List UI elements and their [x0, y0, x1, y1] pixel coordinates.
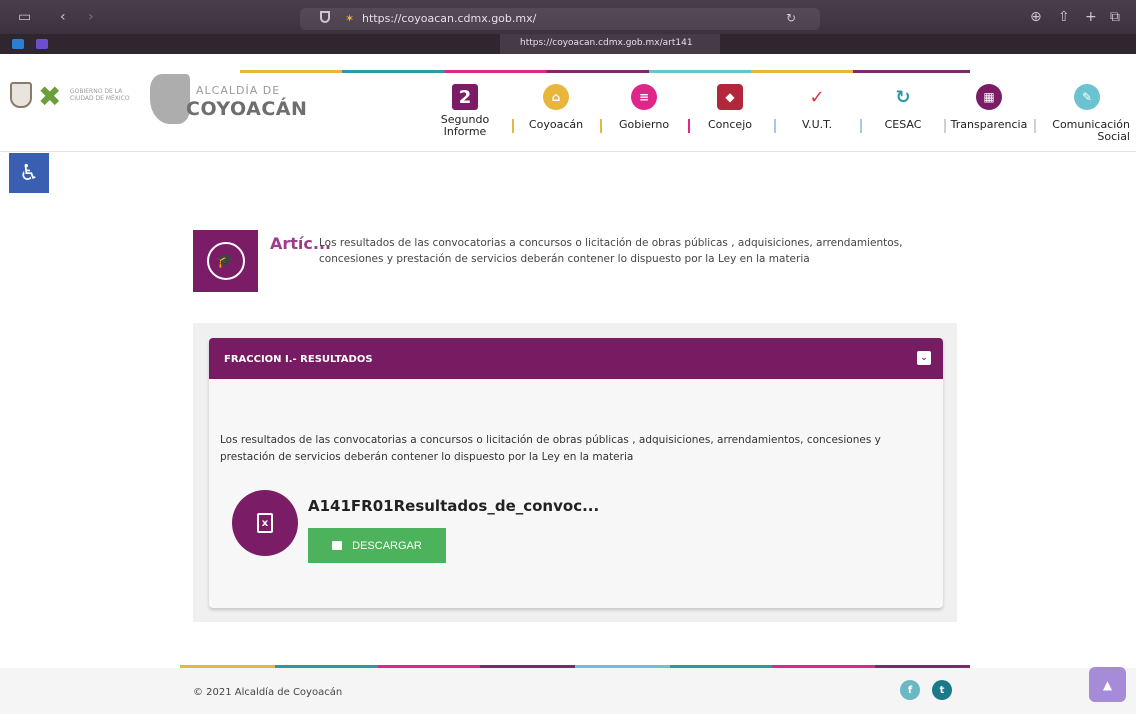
alcaldia-logo-name[interactable]: COYOACÁN [186, 98, 307, 120]
nav-label: CESAC [884, 118, 922, 131]
address-bar-url[interactable]: https://coyoacan.cdmx.gob.mx/ [362, 12, 536, 25]
privacy-shield-icon[interactable] [320, 11, 330, 23]
nav-label: Comunicación Social [1052, 118, 1130, 143]
nav-label: Coyoacán [528, 118, 584, 131]
nav-separator [1034, 119, 1036, 133]
sidebar-toggle-icon[interactable]: ▭ [18, 10, 31, 24]
collapse-toggle-icon[interactable]: ⌄ [917, 351, 931, 365]
fraction-header-title[interactable]: FRACCION I.- RESULTADOS [224, 354, 373, 365]
site-favicon-icon: ✶ [345, 12, 355, 25]
nav-item-gobierno[interactable]: ≡ Gobierno [614, 84, 674, 131]
nav-item-transparencia[interactable]: ▦ Transparencia [946, 84, 1032, 131]
new-tab-icon[interactable]: + [1085, 10, 1097, 24]
graduation-cap-icon: 🎓 [206, 242, 245, 280]
cdmx-logo-mark[interactable]: ✖ [38, 80, 61, 113]
header-color-stripe [240, 70, 970, 73]
excel-file-icon: x [257, 513, 273, 533]
file-icon-circle: x [232, 490, 298, 556]
nav-separator [512, 119, 514, 133]
calendar-icon: ▦ [976, 84, 1002, 110]
nav-separator [860, 119, 862, 133]
site-footer [0, 668, 1136, 714]
cesac-icon: ↻ [890, 84, 916, 110]
download-button-label: DESCARGAR [352, 539, 422, 552]
tab-overview-icon[interactable]: ⧉ [1110, 10, 1120, 24]
download-icon[interactable]: ⊕ [1030, 10, 1042, 24]
twitter-icon[interactable]: t [932, 680, 952, 700]
nav-separator [774, 119, 776, 133]
nav-item-coyoacan[interactable]: ⌂ Coyoacán [526, 84, 586, 131]
share-icon[interactable]: ⇧ [1058, 10, 1070, 24]
footer-copyright: © 2021 Alcaldía de Coyoacán [193, 687, 343, 698]
home-icon: ⌂ [543, 84, 569, 110]
nav-item-comunicacion-social[interactable]: ✎ Comunicación Social [1044, 84, 1130, 143]
back-icon[interactable]: ‹ [60, 10, 66, 24]
forward-icon[interactable]: › [88, 10, 94, 24]
active-tab-title[interactable]: https://coyoacan.cdmx.gob.mx/art141 [520, 38, 693, 48]
pinned-tab-icon[interactable] [12, 39, 24, 49]
edit-icon: ✎ [1074, 84, 1100, 110]
article-icon-box: 🎓 [193, 230, 258, 292]
nav-label: Gobierno [618, 118, 670, 131]
article-description: Los resultados de las convocatorias a co… [319, 237, 903, 265]
scroll-to-top-button[interactable]: ▲ [1089, 667, 1126, 702]
nav-separator [688, 119, 690, 133]
arrow-up-icon: ▲ [1102, 677, 1113, 692]
nav-label: V.U.T. [801, 118, 833, 131]
nav-item-cesac[interactable]: ↻ CESAC [878, 84, 928, 131]
cdmx-shield-logo [10, 82, 32, 108]
fraction-description: Los resultados de las convocatorias a co… [220, 434, 881, 463]
accessibility-icon: ♿ [19, 160, 39, 186]
nav-label: Transparencia [950, 118, 1028, 131]
nav-item-vut[interactable]: ✓ V.U.T. [792, 84, 842, 131]
alcaldia-logo-small[interactable]: ALCALDÍA DE [196, 84, 280, 97]
segundo-informe-icon: 2 [452, 84, 478, 110]
concejo-crest-icon: ◆ [717, 84, 743, 110]
nav-label: Concejo [708, 118, 752, 131]
nav-item-segundo-informe[interactable]: 2 Segundo Informe [437, 84, 493, 138]
nav-separator [600, 119, 602, 133]
nav-item-concejo[interactable]: ◆ Concejo [702, 84, 758, 131]
coyoacan-logo-mark[interactable] [150, 74, 190, 124]
list-icon: ≡ [631, 84, 657, 110]
nav-label: Segundo Informe [440, 113, 490, 138]
file-name: A141FR01Resultados_de_convoc... [308, 497, 600, 515]
reload-icon[interactable]: ↻ [786, 11, 796, 25]
facebook-icon[interactable]: f [900, 680, 920, 700]
accessibility-button[interactable]: ♿ [9, 153, 49, 193]
vut-icon: ✓ [804, 84, 830, 110]
pinned-tab-icon[interactable] [36, 39, 48, 49]
cdmx-logo-text[interactable]: GOBIERNO DE LA CIUDAD DE MÉXICO [70, 88, 130, 102]
print-icon [332, 541, 343, 550]
download-button[interactable]: DESCARGAR [308, 528, 446, 563]
